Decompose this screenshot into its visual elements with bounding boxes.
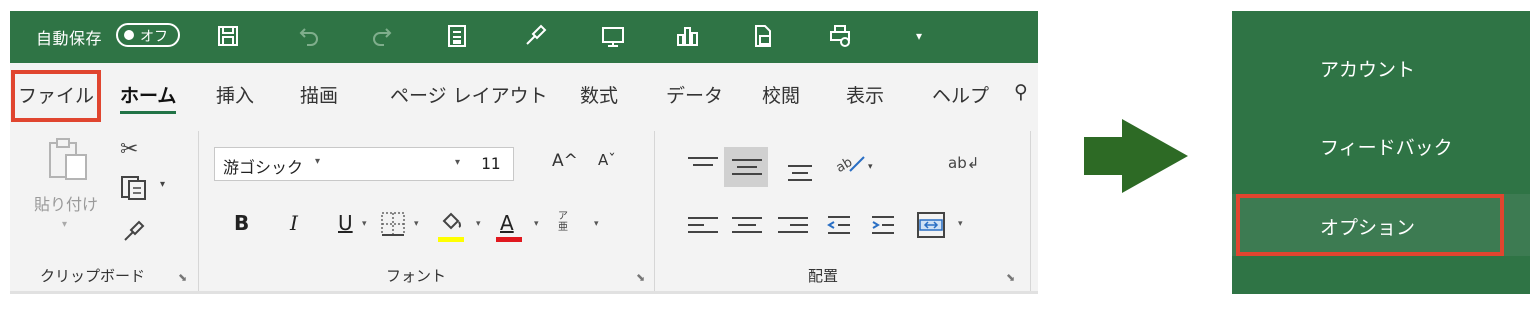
tab-draw[interactable]: 描画 xyxy=(300,81,338,108)
menu-item-feedback[interactable]: フィードバック xyxy=(1320,133,1453,160)
format-painter-icon[interactable] xyxy=(122,219,146,243)
font-name-field[interactable]: 游ゴシック ▾ 11 xyxy=(214,147,514,181)
file-tab-highlight xyxy=(11,70,101,122)
tab-formulas[interactable]: 数式 xyxy=(580,81,618,108)
fill-color-swatch xyxy=(438,237,464,242)
font-group-label: フォント xyxy=(386,267,447,285)
decrease-indent-icon[interactable] xyxy=(824,213,854,239)
group-divider xyxy=(198,131,199,291)
tab-review[interactable]: 校閲 xyxy=(762,81,800,108)
screenshot-icon[interactable] xyxy=(598,21,628,51)
paste-label[interactable]: 貼り付け xyxy=(34,191,98,215)
ribbon-bottom-border xyxy=(10,291,1038,294)
excel-ribbon-window: 自動保存 オフ ▾ ファイル ホーム 挿入 描画 ページ レイアウト 数式 デー… xyxy=(10,11,1038,294)
cut-icon[interactable]: ✂ xyxy=(120,137,138,162)
group-divider xyxy=(654,131,655,291)
align-middle-icon[interactable] xyxy=(732,159,762,181)
svg-text:▾: ▾ xyxy=(868,162,873,172)
backstage-menu: アカウント フィードバック オプション xyxy=(1232,11,1530,294)
align-left-icon[interactable] xyxy=(688,217,718,239)
paste-icon[interactable] xyxy=(46,137,90,181)
font-name-dropdown-icon[interactable]: ▾ xyxy=(455,157,460,168)
chart-icon[interactable] xyxy=(672,21,702,51)
copy-dropdown-icon[interactable]: ▾ xyxy=(160,179,165,190)
customize-dropdown-icon[interactable]: ▾ xyxy=(904,21,934,51)
font-size-dropdown-icon[interactable]: ▾ xyxy=(315,156,320,167)
toggle-knob xyxy=(124,30,134,40)
shrink-font-button[interactable]: Aˇ xyxy=(598,151,616,169)
border-dropdown-icon[interactable]: ▾ xyxy=(414,219,419,229)
autosave-toggle-label: オフ xyxy=(140,29,168,45)
italic-button[interactable]: I xyxy=(290,211,298,235)
underline-dropdown-icon[interactable]: ▾ xyxy=(362,219,367,229)
right-arrow-icon xyxy=(1084,119,1188,193)
form-icon[interactable] xyxy=(442,21,472,51)
format-painter-icon[interactable] xyxy=(520,21,550,51)
orientation-icon[interactable]: ab ▾ xyxy=(834,151,878,177)
font-launcher-icon[interactable]: ⬊ xyxy=(636,271,645,284)
autosave-label: 自動保存 xyxy=(36,29,103,48)
undo-icon[interactable] xyxy=(294,21,324,51)
pdf-icon[interactable] xyxy=(748,21,778,51)
copy-icon[interactable] xyxy=(120,175,150,201)
search-icon[interactable]: ⚲ xyxy=(1014,81,1028,103)
font-name-value: 游ゴシック xyxy=(223,158,304,177)
ribbon-tabs: ファイル ホーム 挿入 描画 ページ レイアウト 数式 データ 校閲 表示 ヘル… xyxy=(10,63,1038,123)
fill-color-dropdown-icon[interactable]: ▾ xyxy=(476,219,481,229)
font-color-dropdown-icon[interactable]: ▾ xyxy=(534,219,539,229)
tab-help[interactable]: ヘルプ xyxy=(932,81,989,108)
paste-dropdown-icon[interactable]: ▾ xyxy=(62,219,67,230)
tab-data[interactable]: データ xyxy=(666,81,723,108)
autosave-toggle[interactable]: オフ xyxy=(116,23,180,47)
align-center-icon[interactable] xyxy=(732,217,762,239)
align-bottom-icon[interactable] xyxy=(788,165,812,187)
font-color-button[interactable]: A xyxy=(500,211,514,235)
menu-item-account[interactable]: アカウント xyxy=(1320,55,1415,82)
phonetic-guide-button[interactable]: ア亜 xyxy=(558,211,572,233)
quick-access-toolbar: 自動保存 オフ ▾ xyxy=(10,11,1038,63)
tab-page-layout[interactable]: ページ レイアウト xyxy=(390,81,548,108)
group-divider xyxy=(1030,131,1031,291)
merge-center-icon[interactable] xyxy=(916,211,946,239)
increase-indent-icon[interactable] xyxy=(868,213,898,239)
alignment-launcher-icon[interactable]: ⬊ xyxy=(1006,271,1015,284)
alignment-group-label: 配置 xyxy=(808,267,839,285)
options-highlight xyxy=(1236,194,1504,256)
redo-icon[interactable] xyxy=(367,21,397,51)
font-size-value[interactable]: 11 xyxy=(481,154,500,173)
font-color-swatch xyxy=(496,237,522,242)
bold-button[interactable]: B xyxy=(234,211,249,235)
home-ribbon: 貼り付け ▾ ✂ ▾ クリップボード ⬊ 游ゴシック ▾ 11 ▾ A^ Aˇ … xyxy=(10,123,1038,294)
clipboard-group-label: クリップボード xyxy=(40,267,146,285)
grow-font-button[interactable]: A^ xyxy=(552,151,578,171)
tab-home[interactable]: ホーム xyxy=(120,81,177,114)
border-icon[interactable] xyxy=(380,211,406,237)
print-preview-icon[interactable] xyxy=(826,21,856,51)
save-icon[interactable] xyxy=(213,21,243,51)
tab-insert[interactable]: 挿入 xyxy=(216,81,254,108)
align-top-icon[interactable] xyxy=(688,157,718,179)
phonetic-dropdown-icon[interactable]: ▾ xyxy=(594,219,599,229)
clipboard-launcher-icon[interactable]: ⬊ xyxy=(178,271,187,284)
underline-button[interactable]: U xyxy=(338,211,353,235)
wrap-text-button[interactable]: ab↲ xyxy=(948,156,979,171)
tab-view[interactable]: 表示 xyxy=(846,81,884,108)
svg-text:ab: ab xyxy=(834,155,855,176)
fill-color-icon[interactable] xyxy=(438,209,464,235)
merge-dropdown-icon[interactable]: ▾ xyxy=(958,219,963,229)
align-right-icon[interactable] xyxy=(778,217,808,239)
